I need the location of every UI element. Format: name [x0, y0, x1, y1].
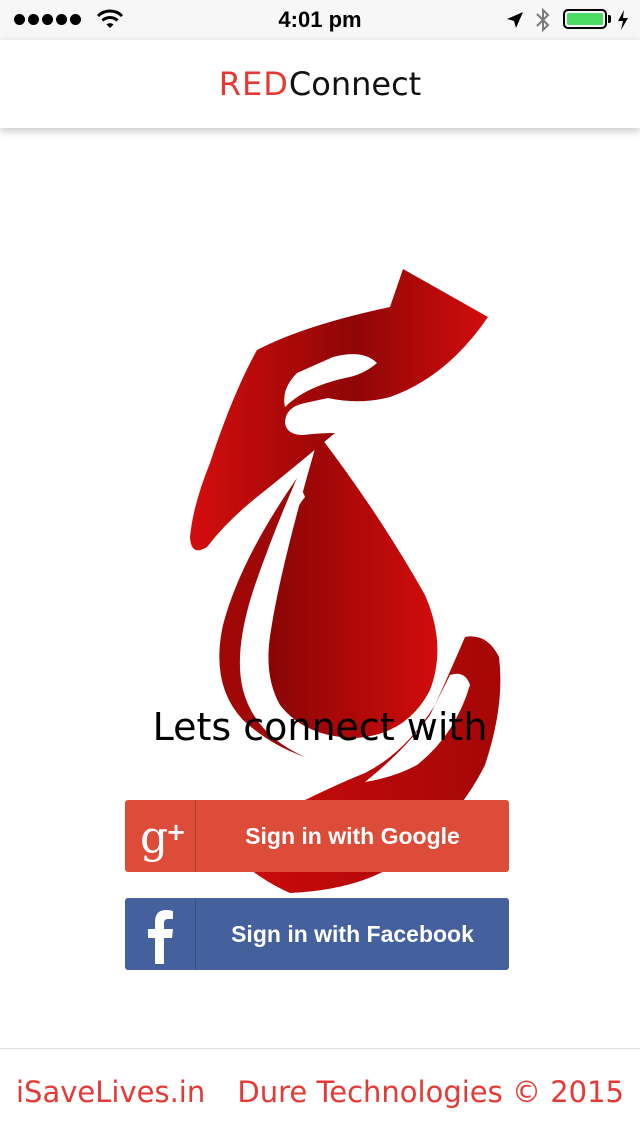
isavelives-link[interactable]: iSaveLives.in — [16, 1075, 205, 1109]
brand-suffix: Connect — [288, 65, 422, 103]
connect-prompt: Lets connect with — [152, 705, 488, 749]
copyright-text: Dure Technologies © 2015 — [237, 1075, 624, 1109]
app-title-bar: RED Connect — [0, 40, 640, 128]
footer: iSaveLives.in Dure Technologies © 2015 — [0, 1048, 640, 1137]
svg-text:+: + — [166, 818, 186, 846]
battery-icon — [563, 9, 607, 29]
facebook-icon-box — [125, 898, 196, 970]
facebook-icon — [148, 910, 173, 964]
facebook-button-label: Sign in with Facebook — [231, 920, 474, 947]
bluetooth-icon — [536, 7, 550, 33]
google-icon-box: g + — [125, 800, 196, 872]
status-bar: 4:01 pm — [0, 0, 640, 40]
facebook-signin-button[interactable]: Sign in with Facebook — [125, 898, 509, 970]
google-signin-button[interactable]: g + Sign in with Google — [125, 800, 509, 872]
location-arrow-icon — [507, 12, 523, 28]
battery-nub — [608, 15, 611, 23]
google-button-label: Sign in with Google — [245, 822, 460, 849]
battery-fill — [567, 13, 603, 25]
svg-text:g: g — [140, 812, 168, 863]
google-plus-icon: g + — [140, 812, 186, 863]
brand-prefix: RED — [218, 65, 289, 103]
charging-icon — [618, 10, 628, 30]
